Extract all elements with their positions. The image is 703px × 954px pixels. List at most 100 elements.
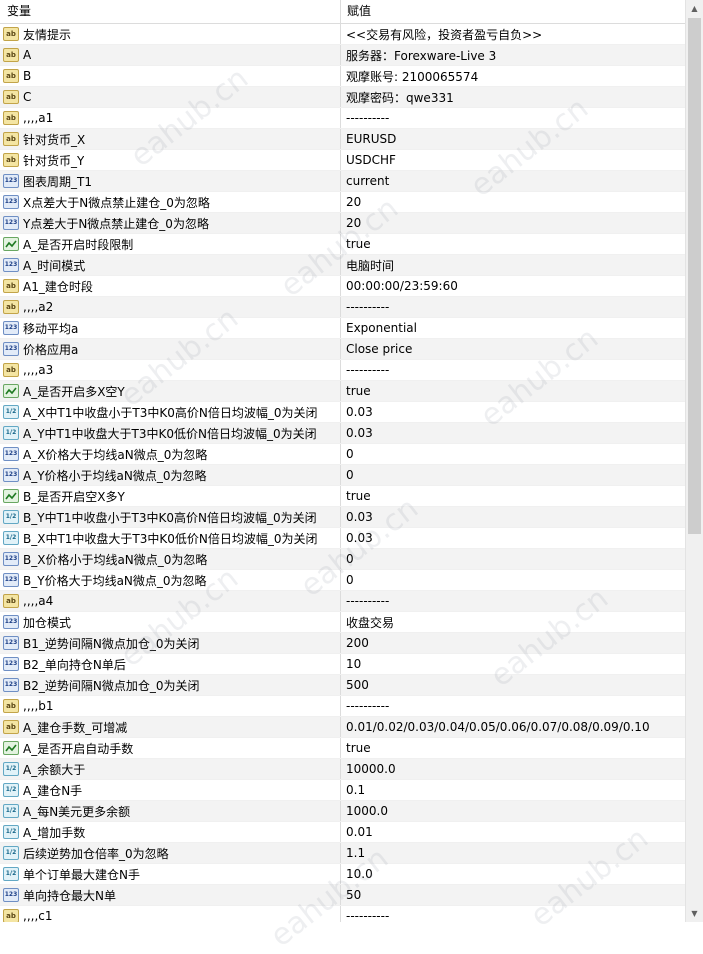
parameter-row[interactable]: 123 B_X价格小于均线aN微点_0为忽略 0	[0, 549, 685, 570]
parameter-row[interactable]: ab B 观摩账号: 2100065574	[0, 66, 685, 87]
parameter-row[interactable]: 123 X点差大于N微点禁止建仓_0为忽略 20	[0, 192, 685, 213]
parameter-value[interactable]: 0	[341, 570, 685, 590]
column-header-value[interactable]: 赋值	[341, 0, 685, 23]
parameter-name-cell[interactable]: 123 B1_逆势间隔N微点加仓_0为关闭	[0, 633, 341, 653]
parameter-row[interactable]: ab 针对货币_X EURUSD	[0, 129, 685, 150]
parameter-name-cell[interactable]: 1/2 A_建仓N手	[0, 780, 341, 800]
parameter-row[interactable]: 123 B_Y价格大于均线aN微点_0为忽略 0	[0, 570, 685, 591]
parameter-name-cell[interactable]: ab ,,,,a2	[0, 297, 341, 317]
parameter-name-cell[interactable]: ab A	[0, 45, 341, 65]
parameter-name-cell[interactable]: 1/2 A_余额大于	[0, 759, 341, 779]
parameter-name-cell[interactable]: ab ,,,,c1	[0, 906, 341, 922]
parameter-name-cell[interactable]: ab A_建仓手数_可增减	[0, 717, 341, 737]
parameter-name-cell[interactable]: 123 B2_逆势间隔N微点加仓_0为关闭	[0, 675, 341, 695]
vertical-scrollbar[interactable]: ▲ ▼	[685, 0, 703, 922]
parameter-value[interactable]: current	[341, 171, 685, 191]
parameter-row[interactable]: 123 移动平均a Exponential	[0, 318, 685, 339]
parameter-row[interactable]: 1/2 后续逆势加仓倍率_0为忽略 1.1	[0, 843, 685, 864]
parameter-value[interactable]: 0	[341, 465, 685, 485]
parameter-value[interactable]: 20	[341, 192, 685, 212]
parameter-name-cell[interactable]: A_是否开启多X空Y	[0, 381, 341, 401]
parameter-value[interactable]: USDCHF	[341, 150, 685, 170]
parameter-value[interactable]: 20	[341, 213, 685, 233]
parameter-value[interactable]: 0.03	[341, 507, 685, 527]
parameter-row[interactable]: A_是否开启自动手数 true	[0, 738, 685, 759]
parameter-row[interactable]: ab ,,,,c1 ----------	[0, 906, 685, 922]
parameter-value[interactable]: 10000.0	[341, 759, 685, 779]
parameter-value[interactable]: 0	[341, 549, 685, 569]
parameter-row[interactable]: 1/2 单个订单最大建仓N手 10.0	[0, 864, 685, 885]
parameter-name-cell[interactable]: ab ,,,,a3	[0, 360, 341, 380]
parameter-row[interactable]: ab ,,,,a4 ----------	[0, 591, 685, 612]
parameter-name-cell[interactable]: ab 友情提示	[0, 24, 341, 44]
parameter-name-cell[interactable]: B_是否开启空X多Y	[0, 486, 341, 506]
parameter-value[interactable]: 200	[341, 633, 685, 653]
parameter-name-cell[interactable]: 123 A_X价格大于均线aN微点_0为忽略	[0, 444, 341, 464]
parameter-row[interactable]: 123 A_Y价格小于均线aN微点_0为忽略 0	[0, 465, 685, 486]
parameter-name-cell[interactable]: 1/2 A_增加手数	[0, 822, 341, 842]
parameter-name-cell[interactable]: ab A1_建仓时段	[0, 276, 341, 296]
parameter-row[interactable]: 1/2 A_Y中T1中收盘大于T3中K0低价N倍日均波幅_0为关闭 0.03	[0, 423, 685, 444]
parameter-name-cell[interactable]: ab 针对货币_Y	[0, 150, 341, 170]
parameter-value[interactable]: 00:00:00/23:59:60	[341, 276, 685, 296]
parameter-value[interactable]: 1000.0	[341, 801, 685, 821]
parameter-row[interactable]: 123 A_时间模式 电脑时间	[0, 255, 685, 276]
parameter-row[interactable]: ab ,,,,a1 ----------	[0, 108, 685, 129]
parameter-row[interactable]: 1/2 A_余额大于 10000.0	[0, 759, 685, 780]
parameter-row[interactable]: ab ,,,,a3 ----------	[0, 360, 685, 381]
parameter-row[interactable]: ab 针对货币_Y USDCHF	[0, 150, 685, 171]
parameter-name-cell[interactable]: 1/2 A_每N美元更多余额	[0, 801, 341, 821]
parameter-row[interactable]: 1/2 A_X中T1中收盘小于T3中K0高价N倍日均波幅_0为关闭 0.03	[0, 402, 685, 423]
parameter-name-cell[interactable]: ab ,,,,a1	[0, 108, 341, 128]
parameter-value[interactable]: EURUSD	[341, 129, 685, 149]
parameter-value[interactable]: ----------	[341, 108, 685, 128]
parameter-row[interactable]: ab A 服务器：Forexware-Live 3	[0, 45, 685, 66]
parameter-value[interactable]: 0.03	[341, 528, 685, 548]
parameter-name-cell[interactable]: A_是否开启时段限制	[0, 234, 341, 254]
parameter-value[interactable]: 0.01	[341, 822, 685, 842]
parameter-row[interactable]: ab ,,,,b1 ----------	[0, 696, 685, 717]
parameter-name-cell[interactable]: ab 针对货币_X	[0, 129, 341, 149]
parameter-row[interactable]: 123 加仓模式 收盘交易	[0, 612, 685, 633]
parameter-row[interactable]: 123 A_X价格大于均线aN微点_0为忽略 0	[0, 444, 685, 465]
parameter-row[interactable]: 123 价格应用a Close price	[0, 339, 685, 360]
parameter-value[interactable]: 500	[341, 675, 685, 695]
parameter-name-cell[interactable]: 1/2 单个订单最大建仓N手	[0, 864, 341, 884]
parameter-value[interactable]: 0	[341, 444, 685, 464]
scroll-up-arrow-icon[interactable]: ▲	[686, 0, 703, 17]
parameter-name-cell[interactable]: 1/2 B_X中T1中收盘大于T3中K0低价N倍日均波幅_0为关闭	[0, 528, 341, 548]
parameter-name-cell[interactable]: ab C	[0, 87, 341, 107]
parameter-name-cell[interactable]: ab ,,,,a4	[0, 591, 341, 611]
parameter-row[interactable]: 1/2 B_X中T1中收盘大于T3中K0低价N倍日均波幅_0为关闭 0.03	[0, 528, 685, 549]
parameter-name-cell[interactable]: 1/2 A_Y中T1中收盘大于T3中K0低价N倍日均波幅_0为关闭	[0, 423, 341, 443]
parameter-row[interactable]: 1/2 A_增加手数 0.01	[0, 822, 685, 843]
parameter-row[interactable]: 123 B1_逆势间隔N微点加仓_0为关闭 200	[0, 633, 685, 654]
parameter-value[interactable]: 1.1	[341, 843, 685, 863]
parameter-name-cell[interactable]: 1/2 A_X中T1中收盘小于T3中K0高价N倍日均波幅_0为关闭	[0, 402, 341, 422]
parameter-name-cell[interactable]: 123 价格应用a	[0, 339, 341, 359]
parameter-value[interactable]: 观摩密码：qwe331	[341, 87, 685, 107]
parameter-value[interactable]: 0.1	[341, 780, 685, 800]
parameter-value[interactable]: 0.01/0.02/0.03/0.04/0.05/0.06/0.07/0.08/…	[341, 717, 685, 737]
parameter-value[interactable]: true	[341, 486, 685, 506]
parameter-name-cell[interactable]: 1/2 后续逆势加仓倍率_0为忽略	[0, 843, 341, 863]
parameter-row[interactable]: ab C 观摩密码：qwe331	[0, 87, 685, 108]
parameter-name-cell[interactable]: 123 A_Y价格小于均线aN微点_0为忽略	[0, 465, 341, 485]
parameter-name-cell[interactable]: ab B	[0, 66, 341, 86]
parameter-row[interactable]: 123 B2_逆势间隔N微点加仓_0为关闭 500	[0, 675, 685, 696]
parameter-name-cell[interactable]: 123 A_时间模式	[0, 255, 341, 275]
parameter-value[interactable]: true	[341, 381, 685, 401]
parameter-row[interactable]: 123 Y点差大于N微点禁止建仓_0为忽略 20	[0, 213, 685, 234]
parameter-value[interactable]: 收盘交易	[341, 612, 685, 632]
parameter-row[interactable]: 123 B2_单向持仓N单后 10	[0, 654, 685, 675]
parameter-value[interactable]: 10	[341, 654, 685, 674]
parameter-row[interactable]: 1/2 A_每N美元更多余额 1000.0	[0, 801, 685, 822]
parameter-name-cell[interactable]: 123 Y点差大于N微点禁止建仓_0为忽略	[0, 213, 341, 233]
parameter-value[interactable]: ----------	[341, 696, 685, 716]
parameter-value[interactable]: Exponential	[341, 318, 685, 338]
parameter-value[interactable]: 50	[341, 885, 685, 905]
scroll-down-arrow-icon[interactable]: ▼	[686, 905, 703, 922]
parameter-row[interactable]: 1/2 A_建仓N手 0.1	[0, 780, 685, 801]
parameter-name-cell[interactable]: 1/2 B_Y中T1中收盘小于T3中K0高价N倍日均波幅_0为关闭	[0, 507, 341, 527]
parameter-row[interactable]: B_是否开启空X多Y true	[0, 486, 685, 507]
